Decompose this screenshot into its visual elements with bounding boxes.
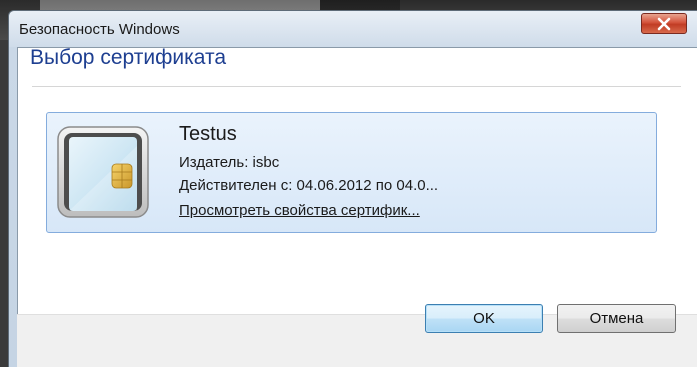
title-bar[interactable]: Безопасность Windows bbox=[9, 11, 697, 47]
close-button[interactable] bbox=[641, 13, 687, 34]
window-title: Безопасность Windows bbox=[19, 21, 180, 38]
view-certificate-properties-link[interactable]: Просмотреть свойства сертифик... bbox=[179, 202, 420, 219]
cancel-button[interactable]: Отмена bbox=[557, 304, 676, 333]
certificate-validity: Действителен с: 04.06.2012 по 04.0... bbox=[179, 177, 439, 194]
ok-button[interactable]: OK bbox=[425, 304, 543, 333]
separator bbox=[32, 86, 681, 87]
certificate-issuer: Издатель: isbc bbox=[179, 154, 280, 171]
smart-card-icon bbox=[57, 126, 149, 218]
certificate-tile[interactable]: Testus Издатель: isbc Действителен с: 04… bbox=[46, 112, 657, 233]
close-icon bbox=[657, 17, 671, 30]
dialog-heading: Выбор сертификата bbox=[30, 46, 227, 69]
certificate-name: Testus bbox=[179, 123, 237, 145]
